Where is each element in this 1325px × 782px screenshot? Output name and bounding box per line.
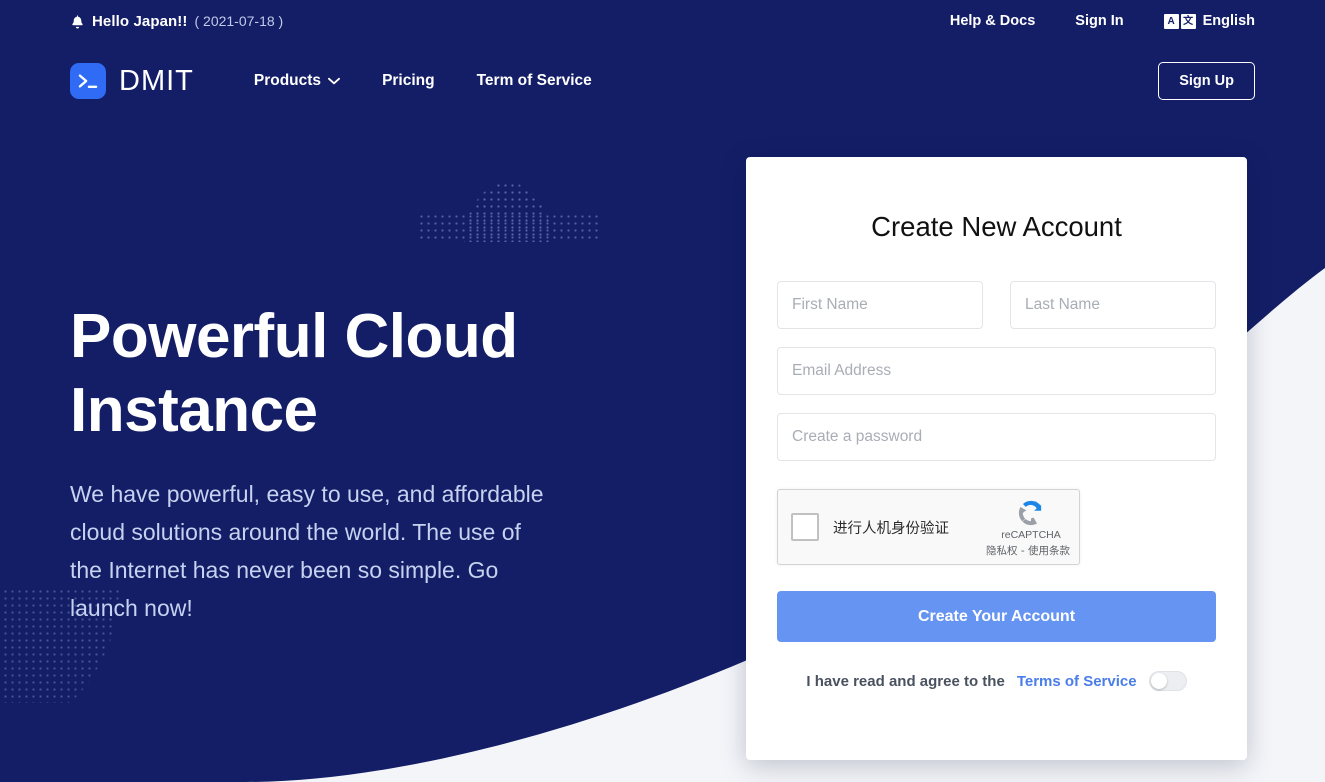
greeting-date: ( 2021-07-18 ) [194,13,283,29]
recaptcha-privacy-link[interactable]: 隐私权 [986,545,1018,557]
greeting-text: Hello Japan!! [92,13,187,30]
create-account-card: Create New Account 进行人机身份验证 [746,157,1247,760]
main-navbar: DMIT Products Pricing Term of Service Si… [0,50,1325,112]
terms-toggle-knob [1151,673,1167,689]
hero-title: Powerful Cloud Instance [70,300,610,448]
top-utility-links: Help & Docs Sign In A 文 English [950,13,1255,29]
terms-toggle[interactable] [1149,671,1187,691]
brand-name: DMIT [119,65,194,98]
chevron-down-icon [328,72,340,90]
signup-page: Hello Japan!! ( 2021-07-18 ) Help & Docs… [0,0,1325,782]
recaptcha-legal-separator: - [1018,545,1028,557]
email-input[interactable] [777,347,1216,395]
nav-item-pricing-label: Pricing [382,72,435,90]
hero-subtitle: We have powerful, easy to use, and affor… [70,475,550,627]
greeting-banner: Hello Japan!! ( 2021-07-18 ) [70,13,283,30]
signup-form: 进行人机身份验证 reCAPTCHA 隐私权 - 使用条款 [777,281,1216,691]
nav-links: Products Pricing Term of Service [254,72,592,90]
recaptcha-widget[interactable]: 进行人机身份验证 reCAPTCHA 隐私权 - 使用条款 [777,489,1080,565]
recaptcha-terms-link[interactable]: 使用条款 [1028,545,1070,557]
nav-item-term-of-service[interactable]: Term of Service [477,72,592,90]
terms-agreement-text: I have read and agree to the [806,673,1004,690]
recaptcha-branding: reCAPTCHA [992,498,1070,541]
password-input[interactable] [777,413,1216,461]
recaptcha-logo-icon [992,498,1070,528]
hero-title-line-2: Instance [70,376,318,445]
email-row [777,347,1216,395]
create-your-account-button[interactable]: Create Your Account [777,591,1216,642]
recaptcha-brand-name: reCAPTCHA [992,529,1070,541]
sign-in-link[interactable]: Sign In [1075,13,1123,29]
language-label: English [1203,13,1255,29]
name-row [777,281,1216,329]
password-row [777,413,1216,461]
terminal-prompt-icon [70,63,106,99]
translate-icon: A 文 [1164,14,1196,29]
hero-title-line-1: Powerful Cloud [70,302,518,371]
top-utility-bar: Hello Japan!! ( 2021-07-18 ) Help & Docs… [0,0,1325,42]
nav-item-pricing[interactable]: Pricing [382,72,435,90]
dotted-mountain-base-graphic [418,213,598,242]
language-switcher[interactable]: A 文 English [1164,13,1255,29]
hero-section: Powerful Cloud Instance We have powerful… [70,300,610,627]
translate-icon-latin: A [1164,14,1179,29]
dotted-mountain-graphic [418,147,598,242]
nav-item-products-label: Products [254,72,321,90]
brand-logo[interactable]: DMIT [70,63,194,99]
card-title: Create New Account [777,157,1216,243]
nav-item-term-of-service-label: Term of Service [477,72,592,90]
terms-of-service-link[interactable]: Terms of Service [1017,673,1137,690]
recaptcha-checkbox[interactable] [791,513,819,541]
nav-item-products[interactable]: Products [254,72,340,90]
bell-icon [70,13,85,29]
terms-agreement-row: I have read and agree to the Terms of Se… [777,671,1216,691]
last-name-input[interactable] [1010,281,1216,329]
sign-up-button[interactable]: Sign Up [1158,62,1255,100]
first-name-input[interactable] [777,281,983,329]
help-and-docs-link[interactable]: Help & Docs [950,13,1035,29]
recaptcha-label: 进行人机身份验证 [833,517,949,538]
translate-icon-cjk: 文 [1181,14,1196,29]
recaptcha-legal-links: 隐私权 - 使用条款 [986,543,1070,558]
